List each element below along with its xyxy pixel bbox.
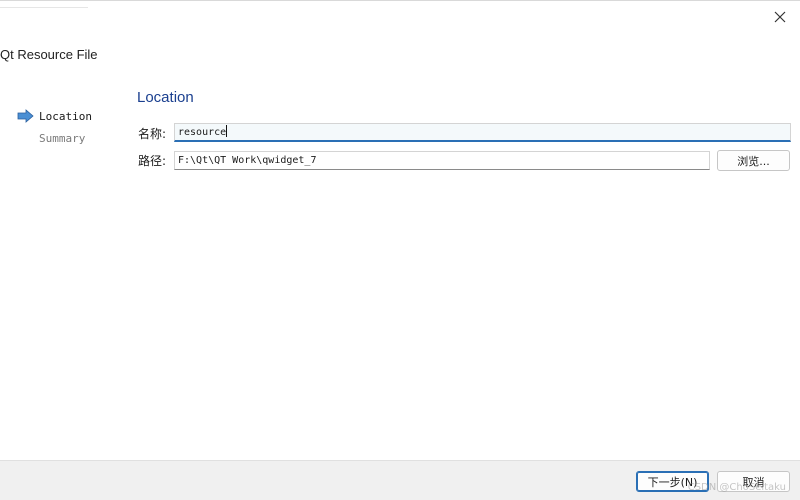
name-input[interactable]: resource xyxy=(174,123,791,142)
close-icon xyxy=(774,8,786,27)
browse-button[interactable]: 浏览... xyxy=(717,150,790,171)
path-input[interactable]: F:\Qt\QT Work\qwidget_7 xyxy=(174,151,710,170)
cancel-button[interactable]: 取消 xyxy=(717,471,790,492)
name-value: resource xyxy=(178,127,227,138)
close-button[interactable] xyxy=(766,5,794,29)
step-label: Summary xyxy=(39,131,86,145)
step-location: Location xyxy=(17,105,92,127)
page-title: Qt Resource File xyxy=(0,47,98,62)
path-value: F:\Qt\QT Work\qwidget_7 xyxy=(178,155,317,166)
section-heading: Location xyxy=(137,89,194,106)
footer-bar: 下一步(N) 取消 CSDN @ChoSeitaku xyxy=(0,460,800,500)
arrow-right-icon xyxy=(17,109,35,123)
wizard-window: Qt Resource File Location Summary Locati… xyxy=(0,0,800,500)
step-summary: Summary xyxy=(17,127,92,149)
path-label: 路径: xyxy=(138,154,167,168)
next-button[interactable]: 下一步(N) xyxy=(636,471,709,492)
text-caret xyxy=(226,125,228,137)
name-label: 名称: xyxy=(138,127,167,141)
title-strip xyxy=(0,1,88,8)
wizard-steps: Location Summary xyxy=(17,105,92,149)
step-label: Location xyxy=(39,109,92,123)
